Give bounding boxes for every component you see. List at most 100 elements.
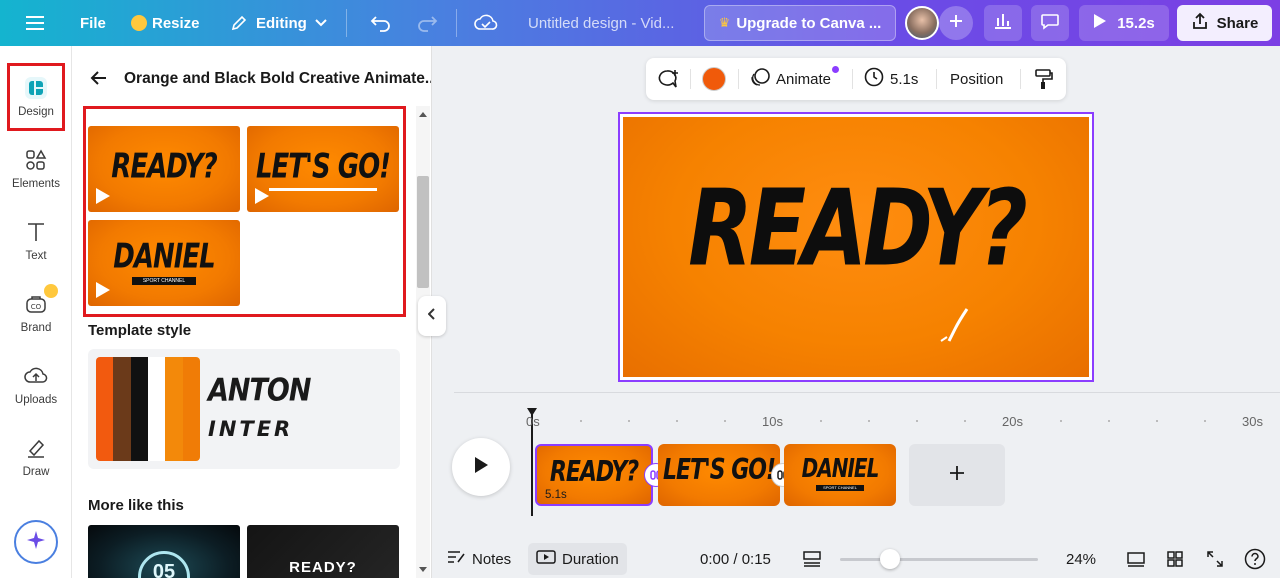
timeline-clip[interactable]: DANIEL SPORT CHANNEL	[784, 444, 896, 506]
duration-toggle-button[interactable]: Duration	[528, 543, 627, 575]
collapse-panel-button[interactable]	[418, 296, 446, 336]
color-swatch[interactable]	[702, 58, 726, 100]
palette-color-swatch	[147, 357, 166, 461]
invite-button[interactable]	[939, 6, 973, 40]
design-page[interactable]: READY?	[623, 117, 1089, 377]
play-icon	[96, 188, 110, 204]
upgrade-button[interactable]: ♛ Upgrade to Canva ...	[704, 5, 896, 41]
design-canvas[interactable]: READY?	[618, 112, 1094, 382]
add-page-button[interactable]	[909, 444, 1005, 506]
bar-chart-icon	[993, 12, 1013, 35]
template-thumbnail[interactable]: LET'S GO!	[247, 126, 399, 212]
template-thumbnail[interactable]: DANIEL SPORT CHANNEL	[88, 220, 240, 306]
playback-time: 0:00 / 0:15	[700, 550, 771, 568]
palette-color-swatch	[130, 357, 148, 461]
palette-color-swatch	[165, 357, 183, 461]
panel-scrollbar[interactable]	[416, 106, 430, 578]
uploads-icon	[24, 364, 48, 388]
sidebar-item-draw[interactable]: Draw	[0, 426, 72, 490]
crown-icon: ♛	[718, 15, 731, 30]
cloud-save-icon[interactable]	[474, 0, 498, 46]
timeline-tick-label: 10s	[762, 414, 783, 429]
position-button[interactable]: Position	[950, 58, 1003, 100]
template-thumbnail[interactable]: READY?	[88, 126, 240, 212]
template-style-heading: Template style	[88, 322, 192, 339]
more-thumbnail[interactable]: READY?	[247, 525, 399, 578]
top-bar: File Resize Editing Untitled design - Vi…	[0, 0, 1280, 46]
svg-text:CO: CO	[31, 303, 42, 311]
notes-icon	[446, 549, 466, 569]
style-font-heading: ANTON	[208, 372, 311, 409]
play-preview-button[interactable]: 15.2s	[1079, 5, 1169, 41]
timeline-clip[interactable]: READY? 5.1s	[535, 444, 653, 506]
more-like-this-heading: More like this	[88, 497, 184, 514]
sidebar-item-elements[interactable]: Elements	[0, 138, 72, 202]
undo-icon[interactable]	[370, 0, 392, 46]
draw-icon	[24, 436, 48, 460]
brand-icon: CO	[24, 284, 58, 316]
share-button[interactable]: Share	[1177, 5, 1272, 41]
scrollbar-thumb[interactable]	[417, 176, 429, 288]
design-panel: Orange and Black Bold Creative Animate..…	[72, 46, 432, 578]
color-palette	[96, 357, 200, 461]
grid-view-icon[interactable]	[1166, 544, 1184, 574]
share-icon	[1191, 12, 1209, 34]
sidebar-item-uploads[interactable]: Uploads	[0, 354, 72, 418]
avatar[interactable]	[905, 6, 939, 40]
pencil-icon	[230, 14, 248, 32]
sidebar-item-design[interactable]: Design	[0, 66, 72, 130]
timeline-layout-icon[interactable]	[802, 544, 822, 574]
document-title[interactable]: Untitled design - Vid...	[528, 0, 674, 46]
file-menu[interactable]: File	[80, 0, 106, 46]
help-icon[interactable]	[1244, 544, 1266, 574]
ai-edit-icon[interactable]	[656, 58, 680, 100]
resize-button[interactable]: Resize	[131, 0, 200, 46]
timeline-play-button[interactable]	[452, 438, 510, 496]
panel-title: Orange and Black Bold Creative Animate..…	[124, 70, 432, 87]
zoom-slider[interactable]	[840, 549, 1038, 569]
timeline-ruler	[454, 392, 1280, 393]
scroll-down-arrow[interactable]	[419, 567, 427, 572]
scroll-up-arrow[interactable]	[419, 112, 427, 117]
brush-stroke	[940, 308, 969, 342]
template-style-card[interactable]: ANTON INTER	[88, 349, 400, 469]
animate-icon	[750, 67, 770, 91]
play-icon	[96, 282, 110, 298]
palette-color-swatch	[182, 357, 200, 461]
zoom-slider-handle[interactable]	[880, 549, 900, 569]
paint-roller-icon[interactable]	[1034, 58, 1054, 100]
crown-icon	[44, 284, 58, 298]
menu-icon[interactable]	[26, 0, 46, 46]
fullscreen-icon[interactable]	[1206, 544, 1224, 574]
timeline-clip[interactable]: LET'S GO!	[658, 444, 780, 506]
insights-button[interactable]	[984, 5, 1022, 41]
magic-button[interactable]	[14, 520, 58, 564]
zoom-level[interactable]: 24%	[1066, 544, 1096, 574]
play-icon	[255, 188, 269, 204]
crown-icon	[131, 15, 147, 31]
plus-icon	[948, 464, 966, 487]
canvas-title-text[interactable]: READY?	[623, 167, 1089, 290]
sidebar-item-brand[interactable]: CO Brand	[0, 282, 72, 346]
sidebar-item-text[interactable]: Text	[0, 210, 72, 274]
notes-button[interactable]: Notes	[446, 544, 511, 574]
page-view-icon[interactable]	[1126, 544, 1146, 574]
text-icon	[24, 220, 48, 244]
elements-icon	[24, 148, 48, 172]
animate-button[interactable]: Animate	[750, 58, 840, 100]
back-button[interactable]	[90, 70, 108, 91]
sidebar: Design Elements Text CO Brand Uploads Dr…	[0, 46, 72, 578]
redo-icon[interactable]	[416, 0, 438, 46]
comments-button[interactable]	[1031, 5, 1069, 41]
style-font-body: INTER	[208, 417, 294, 441]
play-icon	[473, 456, 489, 479]
duration-button[interactable]: 5.1s	[864, 58, 918, 100]
more-thumbnail[interactable]: 05	[88, 525, 240, 578]
design-icon	[24, 76, 48, 100]
clock-icon	[864, 67, 884, 91]
video-icon	[536, 549, 556, 569]
chevron-left-icon	[427, 307, 436, 325]
plus-icon	[948, 13, 964, 34]
color-swatch-circle	[702, 67, 726, 91]
editing-mode-button[interactable]: Editing	[230, 0, 327, 46]
